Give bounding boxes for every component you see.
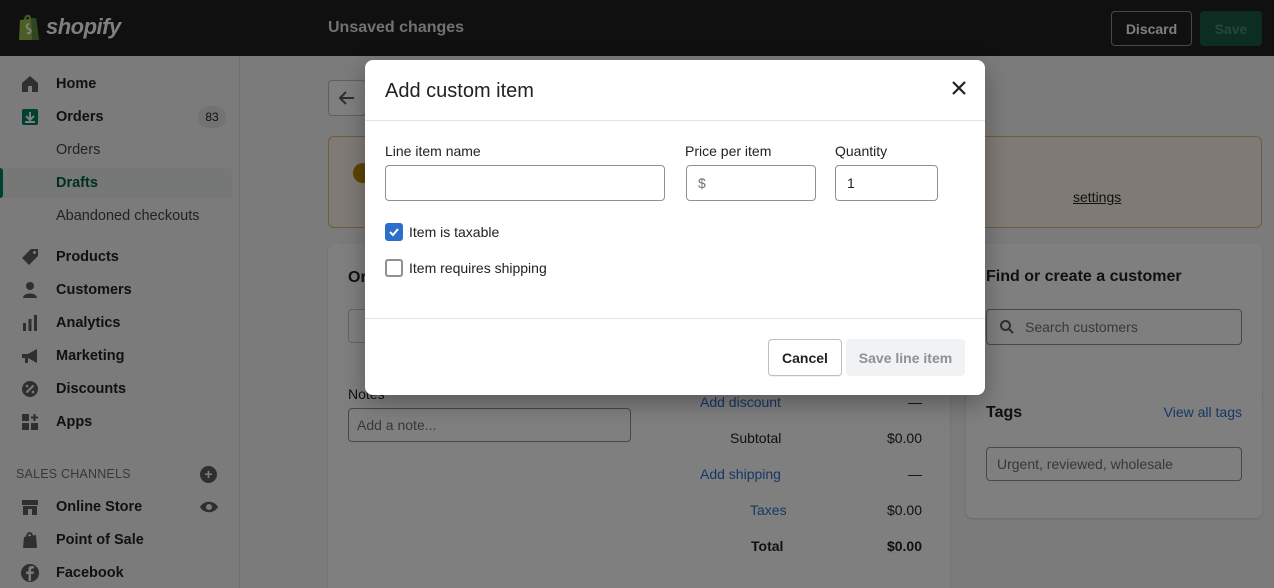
quantity-input[interactable]: 1	[835, 165, 938, 201]
item-taxable-label: Item is taxable	[409, 224, 500, 240]
add-custom-item-modal: Add custom item Line item name Price per…	[365, 60, 985, 395]
price-per-item-input[interactable]: $	[686, 165, 816, 201]
cancel-button[interactable]: Cancel	[768, 339, 842, 376]
line-item-name-label: Line item name	[385, 143, 481, 159]
line-item-name-input[interactable]	[385, 165, 665, 201]
modal-title: Add custom item	[385, 80, 534, 102]
price-per-item-label: Price per item	[685, 143, 772, 159]
item-requires-shipping-checkbox[interactable]	[385, 259, 403, 277]
checkmark-icon	[389, 228, 399, 237]
item-shipping-checkbox-row[interactable]: Item requires shipping	[385, 259, 547, 277]
quantity-label: Quantity	[835, 143, 888, 159]
quantity-value: 1	[847, 175, 855, 191]
save-line-item-button[interactable]: Save line item	[846, 339, 965, 376]
modal-footer: Cancel Save line item	[365, 318, 985, 395]
currency-prefix: $	[698, 175, 706, 191]
modal-header: Add custom item	[365, 60, 985, 121]
item-taxable-checkbox-row[interactable]: Item is taxable	[385, 223, 499, 241]
item-taxable-checkbox[interactable]	[385, 223, 403, 241]
item-requires-shipping-label: Item requires shipping	[409, 260, 547, 276]
close-icon[interactable]	[947, 76, 971, 100]
